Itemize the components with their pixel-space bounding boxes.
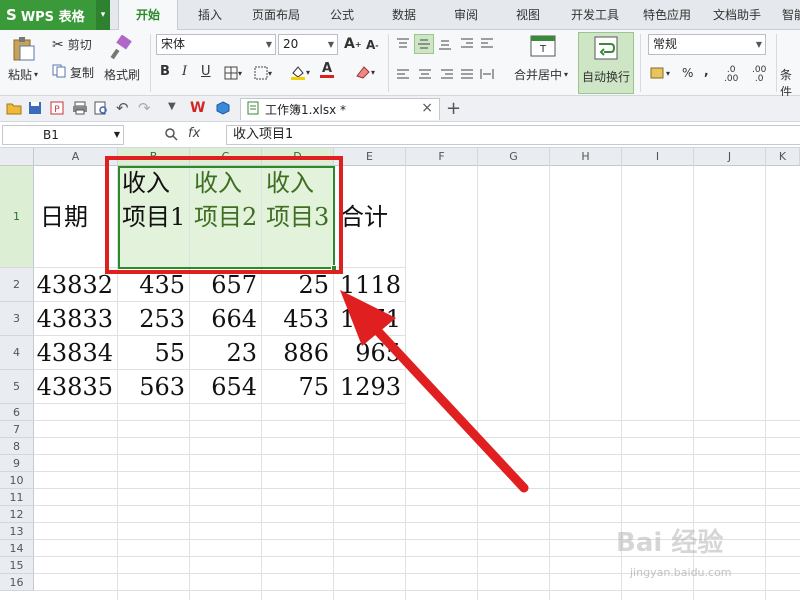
annotation-arrow: [340, 290, 529, 493]
watermark-brand: Bai 经验: [616, 528, 724, 558]
watermark-url: jingyan.baidu.com: [630, 566, 732, 579]
